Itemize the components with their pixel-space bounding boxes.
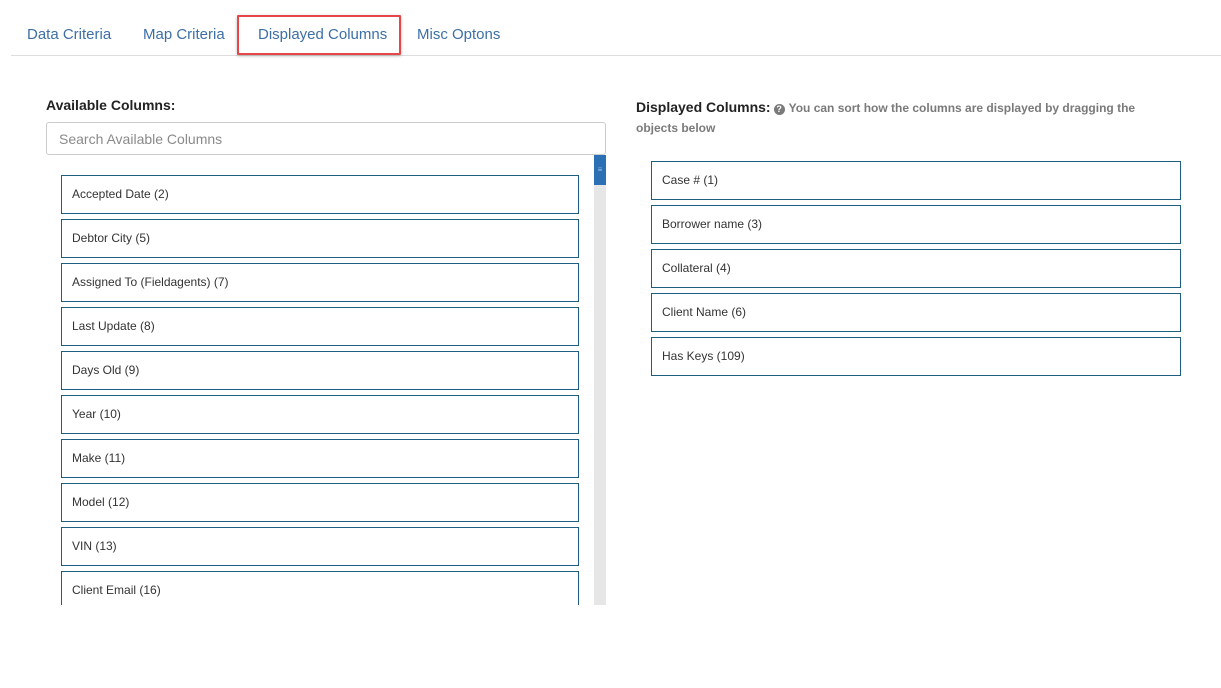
displayed-column-item[interactable]: Borrower name (3) — [651, 205, 1181, 244]
list-item[interactable]: Model (12) — [61, 483, 579, 522]
list-item[interactable]: Assigned To (Fieldagents) (7) — [61, 263, 579, 302]
available-list-scrollbar[interactable]: ≡ — [594, 155, 606, 605]
displayed-columns-header: Displayed Columns:? You can sort how the … — [636, 97, 1176, 138]
tab-map-criteria[interactable]: Map Criteria — [143, 15, 225, 55]
displayed-columns-title: Displayed Columns: — [636, 99, 771, 115]
scrollbar-thumb[interactable]: ≡ — [594, 155, 606, 185]
list-item[interactable]: VIN (13) — [61, 527, 579, 566]
search-available-columns-input[interactable] — [46, 122, 606, 155]
column-settings-page: Data Criteria Map Criteria Displayed Col… — [0, 0, 1221, 688]
displayed-column-item[interactable]: Collateral (4) — [651, 249, 1181, 288]
tab-data-criteria[interactable]: Data Criteria — [27, 15, 111, 55]
tab-displayed-columns[interactable]: Displayed Columns — [258, 15, 387, 55]
tab-misc-options[interactable]: Misc Optons — [417, 15, 500, 55]
displayed-column-item[interactable]: Has Keys (109) — [651, 337, 1181, 376]
question-circle-icon: ? — [773, 104, 785, 115]
list-item[interactable]: Year (10) — [61, 395, 579, 434]
available-columns-title: Available Columns: — [46, 97, 176, 113]
list-item[interactable]: Make (11) — [61, 439, 579, 478]
list-item[interactable]: Client Email (16) — [61, 571, 579, 605]
displayed-column-item[interactable]: Case # (1) — [651, 161, 1181, 200]
tab-bar: Data Criteria Map Criteria Displayed Col… — [11, 15, 1221, 56]
list-item[interactable]: Last Update (8) — [61, 307, 579, 346]
list-item[interactable]: Days Old (9) — [61, 351, 579, 390]
available-columns-list: Accepted Date (2) Debtor City (5) Assign… — [46, 155, 594, 605]
list-item[interactable]: Debtor City (5) — [61, 219, 579, 258]
list-item[interactable]: Accepted Date (2) — [61, 175, 579, 214]
displayed-column-item[interactable]: Client Name (6) — [651, 293, 1181, 332]
